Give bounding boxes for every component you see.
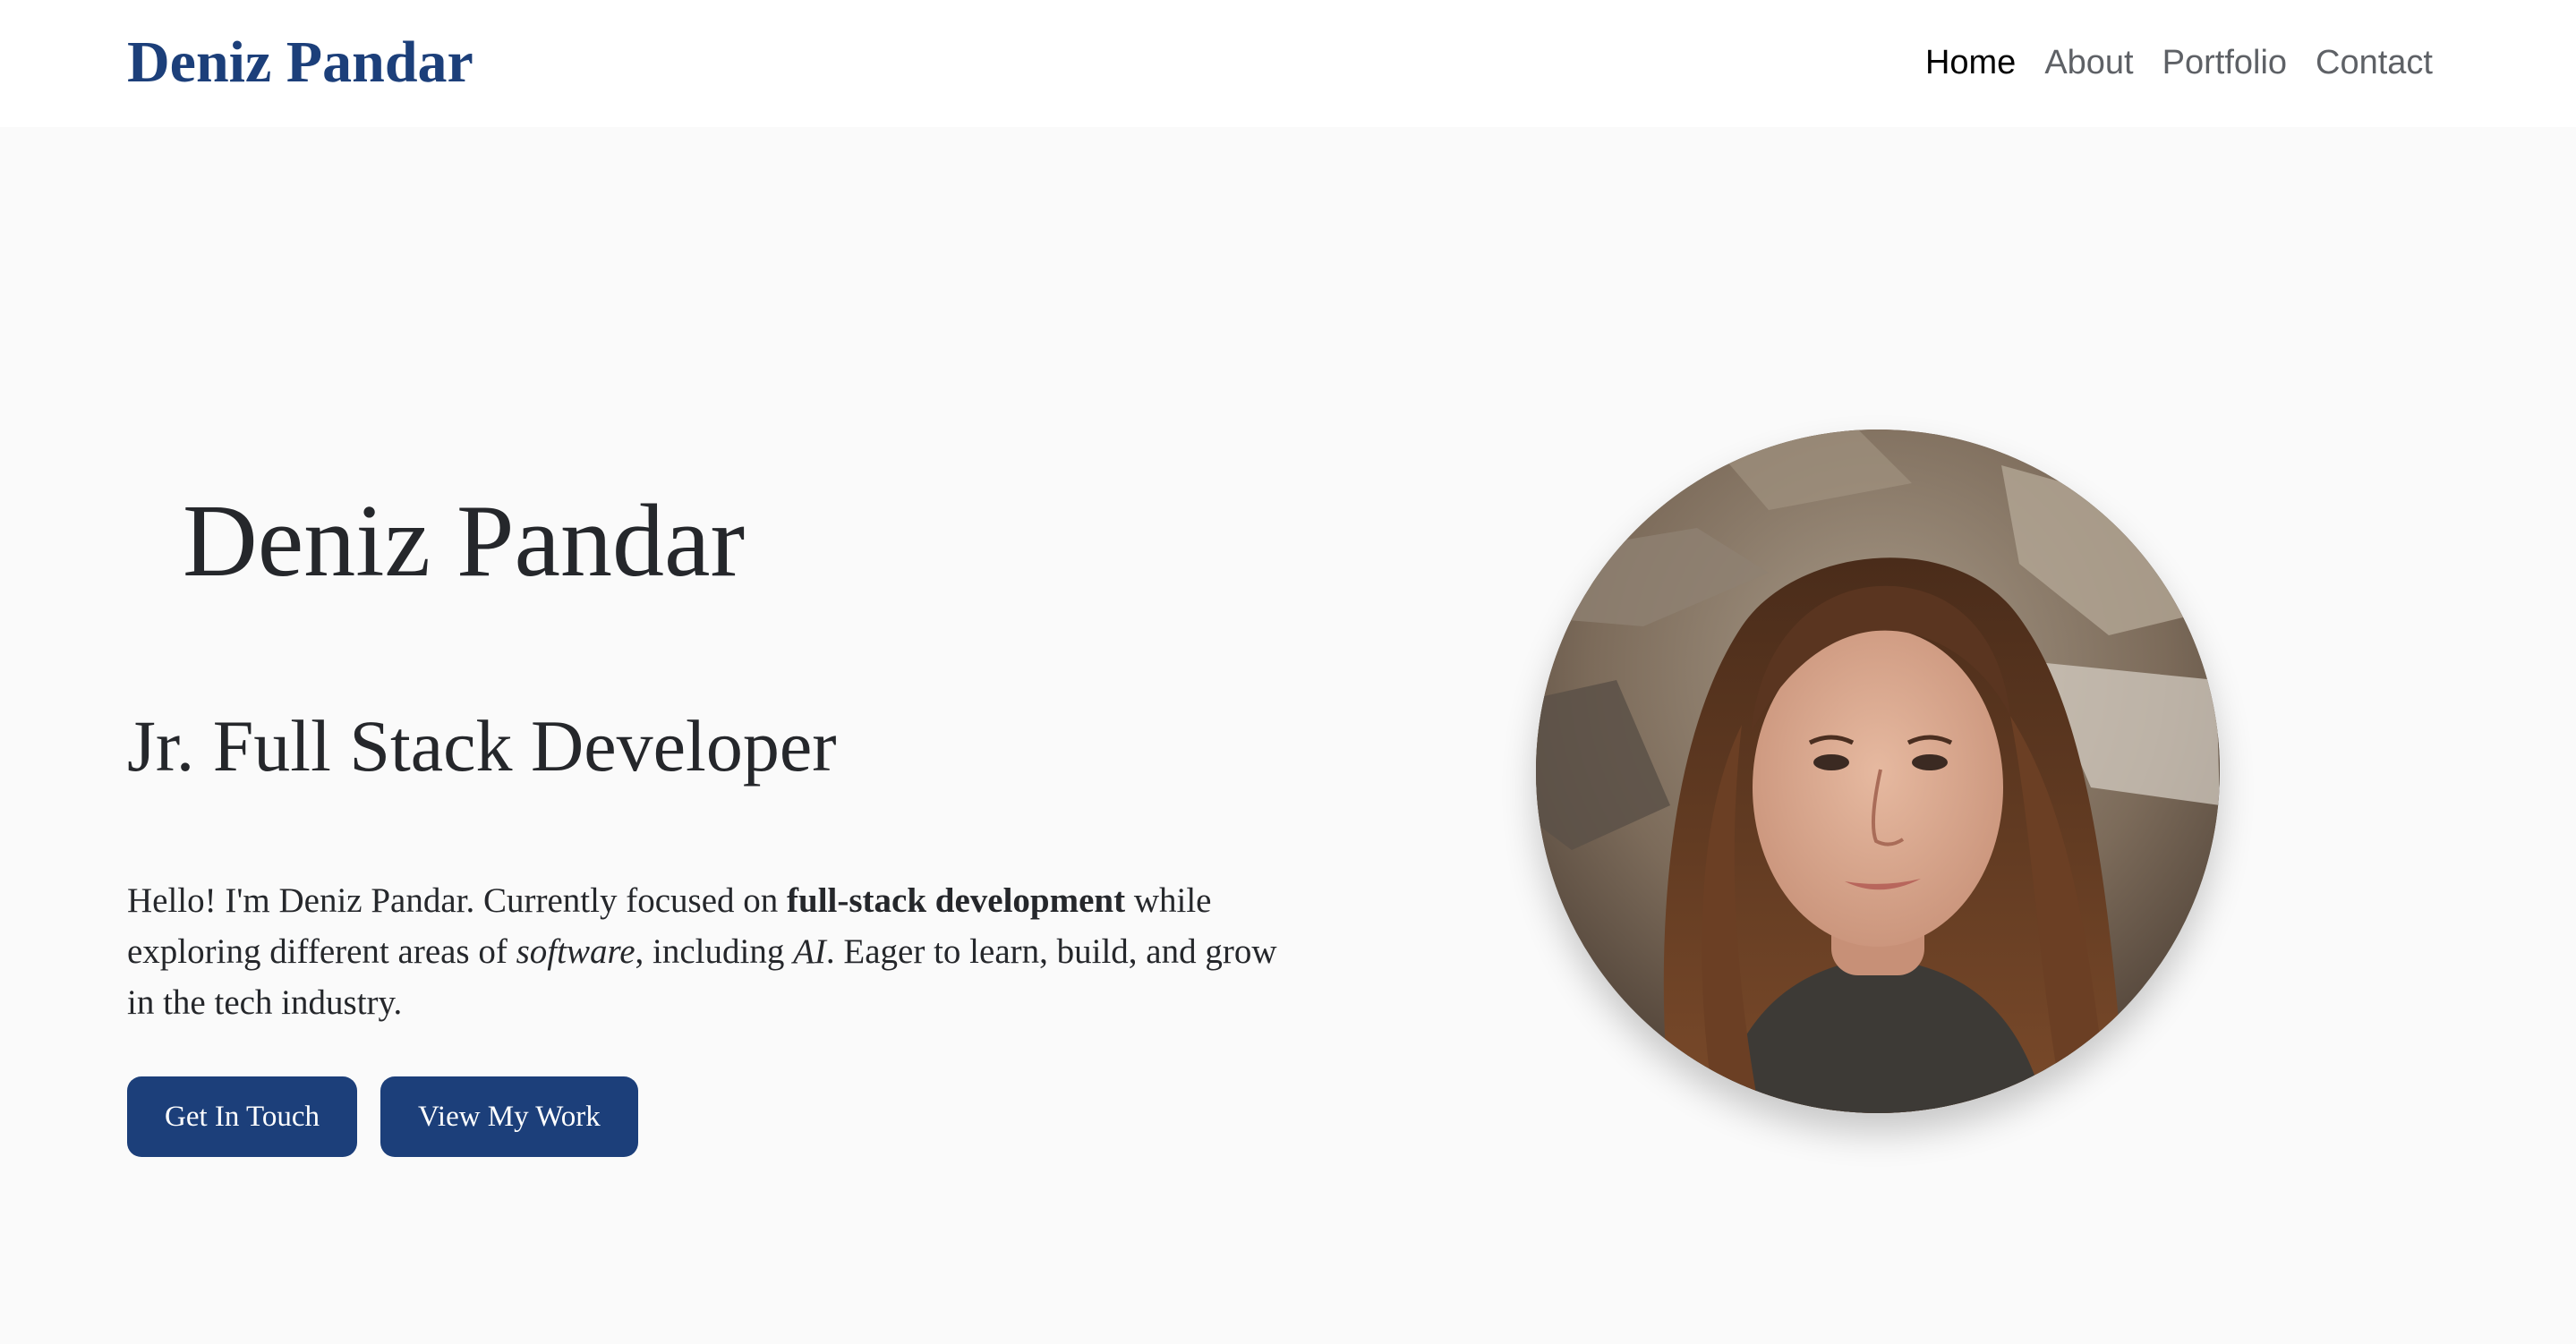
nav-link-about[interactable]: About [2044,39,2133,86]
profile-photo-image [1536,430,2220,1113]
brand-logo-link[interactable]: Deniz Pandar [127,27,473,98]
intro-bold-fullstack: full-stack development [787,881,1126,920]
nav-link-contact[interactable]: Contact [2316,39,2433,86]
hero-button-row: Get In Touch View My Work [127,1076,638,1157]
nav-link-portfolio[interactable]: Portfolio [2162,39,2287,86]
intro-italic-ai: AI [793,932,826,971]
get-in-touch-button[interactable]: Get In Touch [127,1076,358,1157]
intro-text-3: , including [635,932,794,971]
main-nav: Home About Portfolio Contact [1925,39,2433,86]
hero-role-heading: Jr. Full Stack Developer [127,705,837,787]
view-my-work-button[interactable]: View My Work [380,1076,638,1157]
intro-italic-software: software [516,932,635,971]
intro-text-1: Hello! I'm Deniz Pandar. Currently focus… [127,881,788,920]
nav-link-home[interactable]: Home [1925,39,2016,86]
hero-intro-paragraph: Hello! I'm Deniz Pandar. Currently focus… [127,875,1291,1028]
profile-photo [1536,430,2220,1113]
hero-name-heading: Deniz Pandar [183,484,746,599]
navbar: Deniz Pandar Home About Portfolio Contac… [0,0,2576,127]
